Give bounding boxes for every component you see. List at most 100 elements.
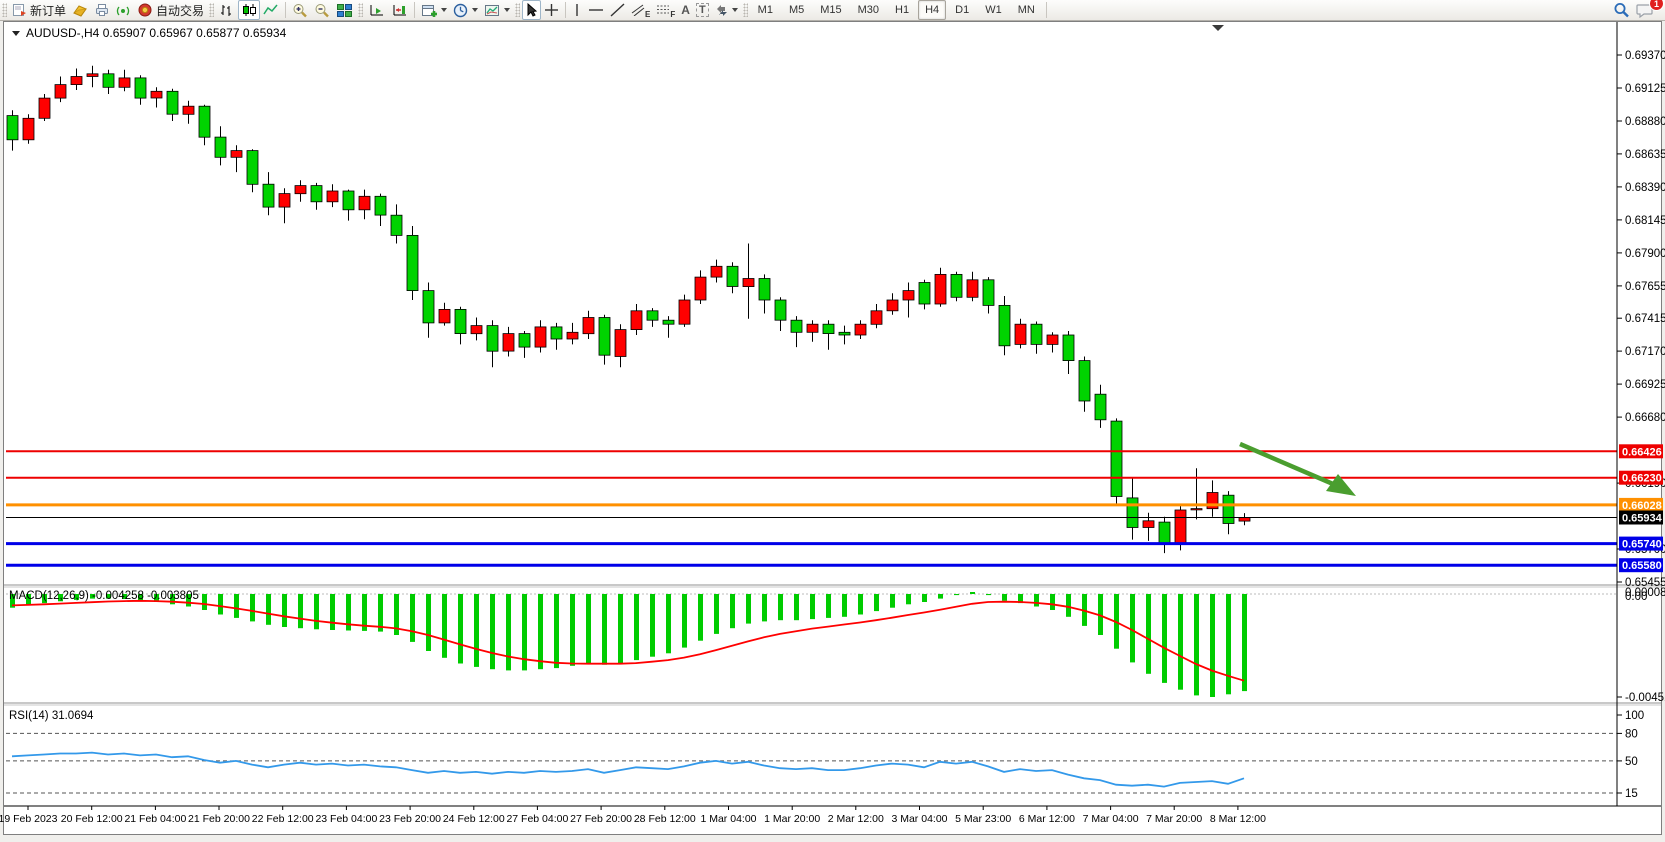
- svg-text:23 Feb 04:00: 23 Feb 04:00: [315, 813, 377, 825]
- new-chart-button[interactable]: [418, 1, 450, 19]
- candle: [855, 324, 866, 335]
- notifications-button[interactable]: 1: [1633, 1, 1657, 19]
- candle: [1223, 495, 1234, 523]
- auto-scroll-button[interactable]: [365, 1, 388, 19]
- ohlc-close: 0.65934: [243, 26, 286, 40]
- chevron-down-icon: [472, 8, 478, 12]
- macd-bar: [202, 594, 207, 610]
- candle: [311, 186, 322, 202]
- line-chart-button[interactable]: [260, 1, 282, 19]
- new-order-icon: [12, 3, 27, 17]
- candle: [487, 326, 498, 352]
- timeframe-m30[interactable]: M30: [851, 0, 886, 20]
- autotrading-button[interactable]: 自动交易: [135, 1, 207, 19]
- arrows-tool-button[interactable]: [712, 1, 741, 19]
- candle: [1159, 522, 1170, 544]
- candle: [951, 274, 962, 297]
- timeframe-group: M1M5M15M30H1H4D1W1MN: [750, 0, 1043, 20]
- svg-text:0.67415: 0.67415: [1625, 313, 1665, 325]
- svg-text:RSI(14) 31.0694: RSI(14) 31.0694: [9, 710, 94, 722]
- timeframe-mn[interactable]: MN: [1011, 0, 1042, 20]
- timeframe-h4[interactable]: H4: [918, 0, 946, 20]
- signals-button[interactable]: [113, 1, 135, 19]
- timeframe-h1[interactable]: H1: [888, 0, 916, 20]
- macd-bar: [618, 594, 623, 664]
- macd-bar: [1002, 594, 1007, 601]
- timeframe-w1[interactable]: W1: [978, 0, 1009, 20]
- timeframe-m15[interactable]: M15: [813, 0, 848, 20]
- search-button[interactable]: [1610, 1, 1633, 19]
- svg-text:22 Feb 12:00: 22 Feb 12:00: [252, 813, 314, 825]
- macd-bar: [986, 594, 991, 595]
- candle: [743, 279, 754, 287]
- chart-canvas[interactable]: 0.693700.691250.688800.686350.683900.681…: [0, 0, 1665, 837]
- cursor-tool-button[interactable]: [522, 0, 541, 20]
- candle: [183, 106, 194, 114]
- macd-bar: [506, 594, 511, 670]
- bar-chart-button[interactable]: [216, 1, 238, 19]
- svg-text:0.66925: 0.66925: [1625, 379, 1665, 391]
- collapse-triangle-icon[interactable]: [12, 31, 20, 36]
- candle: [1191, 509, 1202, 510]
- candle: [599, 318, 610, 356]
- bar-chart-icon: [219, 3, 235, 17]
- ohlc-open: 0.65907: [103, 26, 146, 40]
- text-tool-button[interactable]: A: [678, 1, 693, 19]
- trendline-icon: [610, 3, 625, 17]
- macd-bar: [874, 594, 879, 611]
- candle: [1095, 394, 1106, 420]
- svg-text:0.67900: 0.67900: [1625, 248, 1665, 260]
- macd-bar: [250, 594, 255, 621]
- macd-bar: [714, 594, 719, 634]
- candle: [87, 74, 98, 77]
- trendline-tool-button[interactable]: [607, 1, 628, 19]
- zoom-out-button[interactable]: [311, 1, 333, 19]
- svg-text:0.68145: 0.68145: [1625, 215, 1665, 227]
- svg-text:0.65934: 0.65934: [1622, 513, 1663, 525]
- print-button[interactable]: [91, 1, 113, 19]
- metaeditor-button[interactable]: [69, 1, 91, 19]
- svg-text:0.66230: 0.66230: [1622, 473, 1662, 485]
- text-label-tool-button[interactable]: T: [693, 1, 712, 19]
- timeframe-d1[interactable]: D1: [948, 0, 976, 20]
- text-tool-letter: A: [681, 3, 690, 17]
- candlestick-chart-button[interactable]: [238, 0, 260, 20]
- toolbar-grip[interactable]: [209, 3, 214, 17]
- candle: [407, 235, 418, 290]
- periods-button[interactable]: [450, 1, 481, 19]
- timeframe-m5[interactable]: M5: [782, 0, 811, 20]
- macd-bar: [730, 594, 735, 628]
- printer-icon: [94, 3, 110, 17]
- timeframe-m1[interactable]: M1: [751, 0, 780, 20]
- chart-shift-button[interactable]: [388, 1, 411, 19]
- candle: [647, 311, 658, 320]
- candle: [759, 279, 770, 301]
- toolbar-grip[interactable]: [2, 3, 7, 17]
- vertical-line-tool-button[interactable]: [569, 1, 585, 19]
- toolbar-grip[interactable]: [515, 3, 520, 17]
- candle: [1047, 335, 1058, 344]
- svg-text:0.00: 0.00: [1625, 591, 1647, 603]
- new-order-button[interactable]: 新订单: [9, 1, 69, 19]
- candle: [1239, 518, 1250, 522]
- templates-button[interactable]: [481, 1, 513, 19]
- toolbar-grip[interactable]: [743, 3, 748, 17]
- candle: [615, 330, 626, 357]
- fibonacci-tool-button[interactable]: F: [653, 1, 678, 19]
- candle: [583, 318, 594, 334]
- search-icon: [1613, 2, 1630, 18]
- horizontal-line-tool-button[interactable]: [585, 1, 607, 19]
- macd-bar: [970, 592, 975, 594]
- ohlc-low: 0.65877: [196, 26, 239, 40]
- toolbar-grip[interactable]: [358, 3, 363, 17]
- cursor-icon: [525, 3, 538, 17]
- line-chart-icon: [263, 3, 279, 17]
- candle: [23, 118, 34, 140]
- zoom-in-button[interactable]: [289, 1, 311, 19]
- svg-text:6 Mar 12:00: 6 Mar 12:00: [1019, 813, 1075, 825]
- tile-windows-button[interactable]: [333, 1, 356, 19]
- macd-bar: [1194, 594, 1199, 695]
- candle: [439, 309, 450, 323]
- equidistant-channel-tool-button[interactable]: E: [628, 1, 653, 19]
- crosshair-tool-button[interactable]: [541, 1, 562, 19]
